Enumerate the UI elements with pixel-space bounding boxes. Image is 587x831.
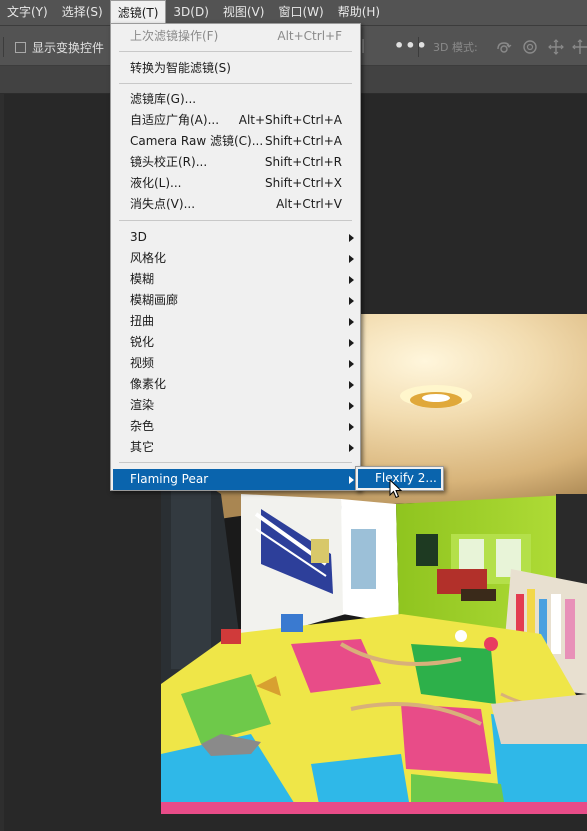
menu-item-label: 像素化 <box>130 377 167 391</box>
submenu-arrow-icon <box>349 318 354 326</box>
menu-item-label: 风格化 <box>130 251 167 265</box>
submenu-arrow-icon <box>349 402 354 410</box>
menu-item-stylize[interactable]: 风格化 <box>111 248 360 269</box>
menu-item-flaming-pear[interactable]: Flaming Pear <box>113 469 358 490</box>
menu-item-liquify[interactable]: 液化(L)... Shift+Ctrl+X <box>111 173 360 194</box>
menu-select[interactable]: 选择(S) <box>55 0 110 25</box>
menu-item-lens-correction[interactable]: 镜头校正(R)... Shift+Ctrl+R <box>111 152 360 173</box>
menu-item-other[interactable]: 其它 <box>111 437 360 458</box>
orbit-3d-icon[interactable] <box>495 38 513 56</box>
submenu-arrow-icon <box>349 276 354 284</box>
submenu-arrow-icon <box>349 444 354 452</box>
menu-item-noise[interactable]: 杂色 <box>111 416 360 437</box>
slide-3d-icon[interactable] <box>571 38 587 56</box>
menu-item-label: 模糊画廊 <box>130 293 179 307</box>
menu-item-label: 扭曲 <box>130 314 155 328</box>
menu-item-pixelate[interactable]: 像素化 <box>111 374 360 395</box>
menu-item-vanishing-point[interactable]: 消失点(V)... Alt+Ctrl+V <box>111 194 360 215</box>
menu-item-label: 消失点(V)... <box>130 197 196 211</box>
menu-filter[interactable]: 滤镜(T) <box>109 0 167 25</box>
menu-separator <box>119 462 352 463</box>
submenu-arrow-icon <box>349 381 354 389</box>
mouse-pointer-icon <box>389 479 403 499</box>
menu-item-filter-gallery[interactable]: 滤镜库(G)... <box>111 89 360 110</box>
menu-view[interactable]: 视图(V) <box>216 0 272 25</box>
show-transform-checkbox[interactable] <box>15 41 26 53</box>
menu-help[interactable]: 帮助(H) <box>331 0 387 25</box>
submenu-arrow-icon <box>349 339 354 347</box>
menu-window[interactable]: 窗口(W) <box>271 0 330 25</box>
menu-separator <box>119 51 352 52</box>
menu-item-blur[interactable]: 模糊 <box>111 269 360 290</box>
3d-mode-label: 3D 模式: <box>433 41 478 54</box>
menu-bar: 文字(Y) 选择(S) 滤镜(T) 3D(D) 视图(V) 窗口(W) 帮助(H… <box>0 0 587 25</box>
menu-item-label: 渲染 <box>130 398 155 412</box>
menu-item-video[interactable]: 视频 <box>111 353 360 374</box>
pan-3d-icon[interactable] <box>547 38 565 56</box>
options-divider-3d <box>418 37 419 57</box>
submenu-arrow-icon <box>349 234 354 242</box>
menu-item-label: 上次滤镜操作(F) <box>130 29 219 43</box>
menu-item-shortcut: Alt+Ctrl+F <box>277 29 342 43</box>
tools-panel-edge <box>0 94 4 831</box>
menu-item-camera-raw[interactable]: Camera Raw 滤镜(C)... Shift+Ctrl+A <box>111 131 360 152</box>
menu-item-label: 镜头校正(R)... <box>130 155 208 169</box>
filter-dropdown-menu: 上次滤镜操作(F) Alt+Ctrl+F 转换为智能滤镜(S) 滤镜库(G)..… <box>110 23 361 491</box>
menu-3d[interactable]: 3D(D) <box>166 0 215 25</box>
menu-item-distort[interactable]: 扭曲 <box>111 311 360 332</box>
menu-item-shortcut: Alt+Ctrl+V <box>276 197 342 211</box>
menu-item-convert-smart-filter[interactable]: 转换为智能滤镜(S) <box>111 58 360 79</box>
submenu-arrow-icon <box>349 423 354 431</box>
submenu-arrow-icon <box>349 255 354 263</box>
menu-item-last-filter: 上次滤镜操作(F) Alt+Ctrl+F <box>111 26 360 47</box>
menu-separator <box>119 220 352 221</box>
menu-item-label: 杂色 <box>130 419 155 433</box>
more-options-button[interactable]: ••• <box>394 36 428 55</box>
menu-item-render[interactable]: 渲染 <box>111 395 360 416</box>
menu-item-label: 视频 <box>130 356 155 370</box>
roll-3d-icon[interactable] <box>521 38 539 56</box>
menu-item-label: Flaming Pear <box>130 472 209 486</box>
menu-item-shortcut: Shift+Ctrl+R <box>264 155 342 169</box>
submenu-arrow-icon <box>349 476 354 484</box>
submenu-arrow-icon <box>349 297 354 305</box>
menu-item-3d[interactable]: 3D <box>111 227 360 248</box>
menu-item-label: 滤镜库(G)... <box>130 92 197 106</box>
menu-item-label: 模糊 <box>130 272 155 286</box>
menu-item-label: 锐化 <box>130 335 155 349</box>
menu-item-label: Camera Raw 滤镜(C)... <box>130 134 264 148</box>
menu-item-label: 3D <box>130 230 147 244</box>
menu-item-adaptive-wide-angle[interactable]: 自适应广角(A)... Alt+Shift+Ctrl+A <box>111 110 360 131</box>
options-divider <box>3 37 4 57</box>
menu-item-blur-gallery[interactable]: 模糊画廊 <box>111 290 360 311</box>
menu-item-shortcut: Shift+Ctrl+X <box>265 176 342 190</box>
menu-item-label: 其它 <box>130 440 155 454</box>
menu-item-shortcut: Alt+Shift+Ctrl+A <box>238 113 342 127</box>
menu-text[interactable]: 文字(Y) <box>0 0 55 25</box>
menu-separator <box>119 83 352 84</box>
menu-item-sharpen[interactable]: 锐化 <box>111 332 360 353</box>
options-divider-mini <box>362 39 364 53</box>
submenu-arrow-icon <box>349 360 354 368</box>
show-transform-label: 显示变换控件 <box>32 41 105 55</box>
menu-item-label: 液化(L)... <box>130 176 182 190</box>
menu-item-label: 自适应广角(A)... <box>130 113 220 127</box>
menu-item-label: 转换为智能滤镜(S) <box>130 61 231 75</box>
menu-item-shortcut: Shift+Ctrl+A <box>265 134 342 148</box>
